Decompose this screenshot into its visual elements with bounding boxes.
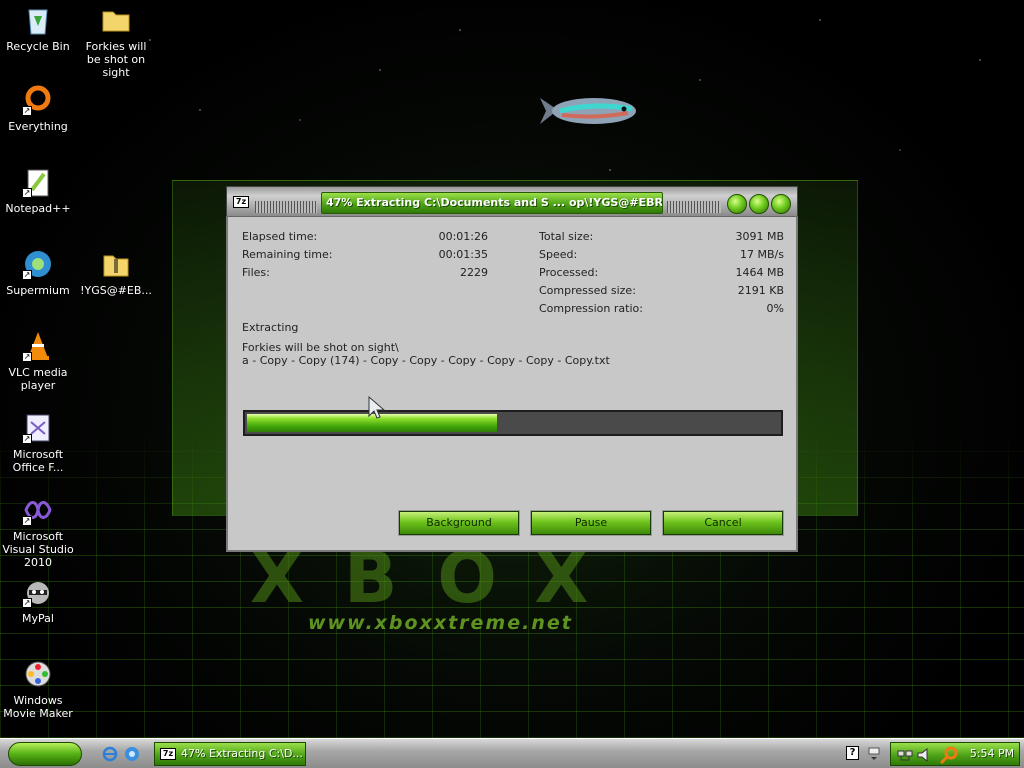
volume-icon[interactable] (917, 748, 933, 762)
shortcut-arrow-icon: ↗ (22, 106, 32, 116)
taskbar: 7z 47% Extracting C:\D... ? 5:54 PM (0, 738, 1024, 768)
supermium-icon: ↗ (22, 248, 54, 280)
folder-icon (100, 4, 132, 36)
desktop-icon-movie-maker[interactable]: Windows Movie Maker (0, 658, 76, 720)
compression-ratio-label: Compression ratio: (539, 302, 643, 315)
speed-value: 17 MB/s (740, 248, 784, 261)
extract-dialog: 7z 47% Extracting C:\Documents and S ...… (226, 186, 798, 552)
shortcut-arrow-icon: ↗ (22, 434, 32, 444)
desktop-icon-visual-studio[interactable]: ↗ Microsoft Visual Studio 2010 (0, 494, 76, 569)
taskbar-item-7zip[interactable]: 7z 47% Extracting C:\D... (154, 742, 306, 766)
current-file-name: a - Copy - Copy (174) - Copy - Copy - Co… (242, 354, 610, 367)
desktop-icon-folder-forkies[interactable]: Forkies will be shot on sight (78, 4, 154, 79)
desktop-icon-notepadpp[interactable]: ↗ Notepad++ (0, 166, 76, 215)
help-icon[interactable]: ? (846, 746, 859, 760)
desktop-icon-recycle-bin[interactable]: Recycle Bin (0, 4, 76, 53)
shortcut-arrow-icon: ↗ (22, 516, 32, 526)
7zip-app-icon[interactable]: 7z (233, 196, 249, 208)
clock[interactable]: 5:54 PM (965, 743, 1019, 765)
desktop-icon-zip-file[interactable]: !YGS@#EB... (78, 248, 154, 297)
minimize-button[interactable] (727, 194, 747, 214)
network-icon[interactable] (897, 748, 913, 762)
pause-button[interactable]: Pause (530, 510, 652, 536)
recycle-bin-icon (22, 4, 54, 36)
total-size-value: 3091 MB (735, 230, 784, 243)
processed-label: Processed: (539, 266, 599, 279)
vlc-cone-icon: ↗ (22, 330, 54, 362)
movie-maker-film-icon (22, 658, 54, 690)
quick-launch-icon[interactable] (124, 746, 140, 762)
status-text: Extracting (242, 321, 299, 334)
compressed-size-label: Compressed size: (539, 284, 636, 297)
cancel-button[interactable]: Cancel (662, 510, 784, 536)
wallpaper-watermark: www.xboxxtreme.net (308, 612, 573, 634)
system-tray: 5:54 PM (890, 742, 1020, 766)
speed-label: Speed: (539, 248, 578, 261)
zip-folder-icon (100, 248, 132, 280)
remaining-time-value: 00:01:35 (438, 248, 488, 261)
title-grip-right (667, 201, 721, 213)
notepadpp-icon: ↗ (22, 166, 54, 198)
total-size-label: Total size: (539, 230, 594, 243)
shortcut-arrow-icon: ↗ (22, 598, 32, 608)
search-icon[interactable] (939, 746, 959, 764)
background-button[interactable]: Background (398, 510, 520, 536)
office-document-icon: ↗ (22, 412, 54, 444)
start-button[interactable] (8, 742, 82, 766)
taskbar-item-label: 47% Extracting C:\D... (181, 747, 303, 760)
shortcut-arrow-icon: ↗ (22, 188, 32, 198)
remaining-time-label: Remaining time: (242, 248, 333, 261)
dialog-body: Elapsed time: 00:01:26 Remaining time: 0… (226, 216, 798, 552)
maximize-button[interactable] (749, 194, 769, 214)
internet-explorer-icon[interactable] (102, 746, 118, 762)
title-grip-left (255, 201, 317, 213)
everything-search-icon: ↗ (22, 84, 54, 116)
desktop-icon-office[interactable]: ↗ Microsoft Office F... (0, 412, 76, 474)
7zip-taskbar-icon: 7z (160, 748, 176, 760)
dialog-title-bar[interactable]: 7z 47% Extracting C:\Documents and S ...… (226, 186, 798, 216)
close-button[interactable] (771, 194, 791, 214)
compressed-size-value: 2191 KB (737, 284, 784, 297)
elapsed-time-value: 00:01:26 (438, 230, 488, 243)
fish-image (540, 98, 636, 124)
mouse-cursor-icon (368, 396, 386, 419)
mypal-raccoon-icon: ↗ (22, 576, 54, 608)
files-label: Files: (242, 266, 270, 279)
current-folder-path: Forkies will be shot on sight\ (242, 341, 399, 354)
visual-studio-icon: ↗ (22, 494, 54, 526)
compression-ratio-value: 0% (766, 302, 784, 315)
shortcut-arrow-icon: ↗ (22, 352, 32, 362)
shortcut-arrow-icon: ↗ (22, 270, 32, 280)
elapsed-time-label: Elapsed time: (242, 230, 318, 243)
desktop-icon-mypal[interactable]: ↗ MyPal (0, 576, 76, 625)
processed-value: 1464 MB (735, 266, 784, 279)
progress-bar (243, 410, 783, 436)
desktop-icon-supermium[interactable]: ↗ Supermium (0, 248, 76, 297)
desktop-icon-everything[interactable]: ↗ Everything (0, 84, 76, 133)
show-hidden-icons-icon[interactable] (866, 746, 882, 762)
files-value: 2229 (460, 266, 488, 279)
wallpaper-logo: XBOX (250, 548, 629, 608)
dialog-title: 47% Extracting C:\Documents and S ... op… (321, 192, 663, 214)
desktop-icon-vlc[interactable]: ↗ VLC media player (0, 330, 76, 392)
